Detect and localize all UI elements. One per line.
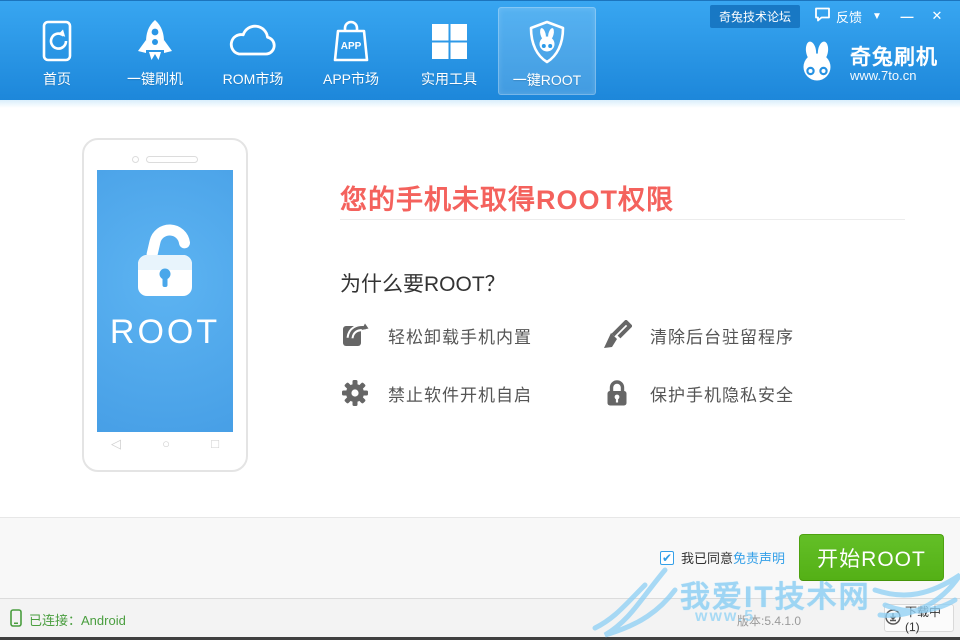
- phone-nav-buttons: ◁ ○ □: [97, 436, 233, 452]
- header: 首页 一键刷机: [0, 0, 960, 100]
- feature-label: 轻松卸载手机内置: [388, 323, 532, 348]
- feature-privacy: 保护手机隐私安全: [602, 376, 864, 410]
- phone-camera-dot: [132, 156, 139, 163]
- window-controls: 奇兔技术论坛 反馈 ▼ — ✕: [710, 4, 952, 28]
- feature-autostart: 禁止软件开机自启: [340, 376, 602, 410]
- root-shield-rabbit-icon: [527, 18, 567, 66]
- feedback-label: 反馈: [836, 7, 862, 26]
- divider: [340, 219, 905, 220]
- svg-text:APP: APP: [341, 41, 362, 52]
- nav-label: APP市场: [323, 69, 379, 89]
- nav-label: 一键ROOT: [513, 70, 581, 90]
- nav-label: 实用工具: [421, 69, 477, 89]
- page-title: 您的手机未取得ROOT权限: [340, 178, 674, 217]
- nav-item-tools[interactable]: 实用工具: [400, 7, 498, 95]
- download-label: 下载中(1): [905, 603, 953, 634]
- phone-speaker: [84, 152, 246, 166]
- main-nav: 首页 一键刷机: [8, 7, 596, 95]
- feature-list: 轻松卸载手机内置 清除后台驻留程序: [340, 318, 900, 410]
- nav-label: ROM市场: [223, 69, 284, 89]
- nav-item-rom[interactable]: ROM市场: [204, 7, 302, 95]
- disclaimer-link[interactable]: 免责声明: [733, 548, 785, 567]
- nav-label: 首页: [43, 69, 71, 89]
- agree-label: 我已同意: [681, 548, 733, 567]
- logo-url: www.7to.cn: [850, 69, 938, 83]
- gear-icon: [340, 378, 370, 408]
- status-bar: [0, 598, 960, 637]
- feedback-button[interactable]: 反馈: [814, 7, 862, 26]
- nav-item-app[interactable]: APP APP市场: [302, 7, 400, 95]
- unlocked-padlock-icon: [123, 208, 207, 307]
- lock-icon: [602, 378, 632, 408]
- feature-clean: 清除后台驻留程序: [602, 318, 864, 352]
- connection-status: 已连接：Android: [10, 609, 126, 630]
- nav-item-home[interactable]: 首页: [8, 7, 106, 95]
- why-root-heading: 为什么要ROOT？: [340, 268, 506, 298]
- header-shadow: [0, 100, 960, 108]
- rocket-icon: [135, 17, 175, 65]
- phone-home-icon: ○: [162, 436, 170, 452]
- logo-title: 奇兔刷机: [850, 46, 938, 69]
- start-root-button[interactable]: 开始ROOT: [799, 534, 944, 581]
- agree-row: ✔ 我已同意 免责声明: [660, 548, 785, 567]
- phone-speaker-pill: [146, 156, 198, 163]
- connected-phone-icon: [10, 609, 22, 630]
- minimize-button[interactable]: —: [892, 9, 922, 24]
- download-button[interactable]: 下载中(1): [884, 604, 954, 632]
- nav-item-flash[interactable]: 一键刷机: [106, 7, 204, 95]
- close-button[interactable]: ✕: [922, 8, 952, 24]
- feature-uninstall: 轻松卸载手机内置: [340, 318, 602, 352]
- feature-label: 禁止软件开机自启: [388, 381, 532, 406]
- dropdown-arrow-button[interactable]: ▼: [862, 11, 892, 22]
- speech-bubble-icon: [814, 7, 831, 25]
- uninstall-icon: [340, 320, 370, 350]
- app-logo: 奇兔刷机 www.7to.cn: [794, 41, 938, 88]
- forum-button[interactable]: 奇兔技术论坛: [710, 5, 800, 28]
- cloud-icon: [228, 17, 278, 65]
- nav-label: 一键刷机: [127, 69, 183, 89]
- phone-screen-root-label: ROOT: [110, 313, 220, 352]
- download-icon: [885, 609, 901, 628]
- agree-checkbox[interactable]: ✔: [660, 551, 674, 565]
- phone-screen: ROOT: [97, 170, 233, 432]
- phone-illustration: ROOT ◁ ○ □: [82, 138, 248, 472]
- app-window: 首页 一键刷机: [0, 0, 960, 640]
- tools-grid-icon: [429, 17, 469, 65]
- nav-item-root[interactable]: 一键ROOT: [498, 7, 596, 95]
- phone-back-icon: ◁: [111, 436, 121, 452]
- feature-label: 保护手机隐私安全: [650, 381, 794, 406]
- app-store-bag-icon: APP: [330, 17, 372, 65]
- phone-recent-icon: □: [211, 436, 219, 452]
- home-refresh-icon: [39, 17, 75, 65]
- version-label: 版本:5.4.1.0: [737, 612, 801, 629]
- feature-label: 清除后台驻留程序: [650, 323, 794, 348]
- brush-icon: [602, 320, 632, 350]
- rabbit-logo-icon: [794, 41, 840, 88]
- connection-text: 已连接：Android: [29, 610, 126, 629]
